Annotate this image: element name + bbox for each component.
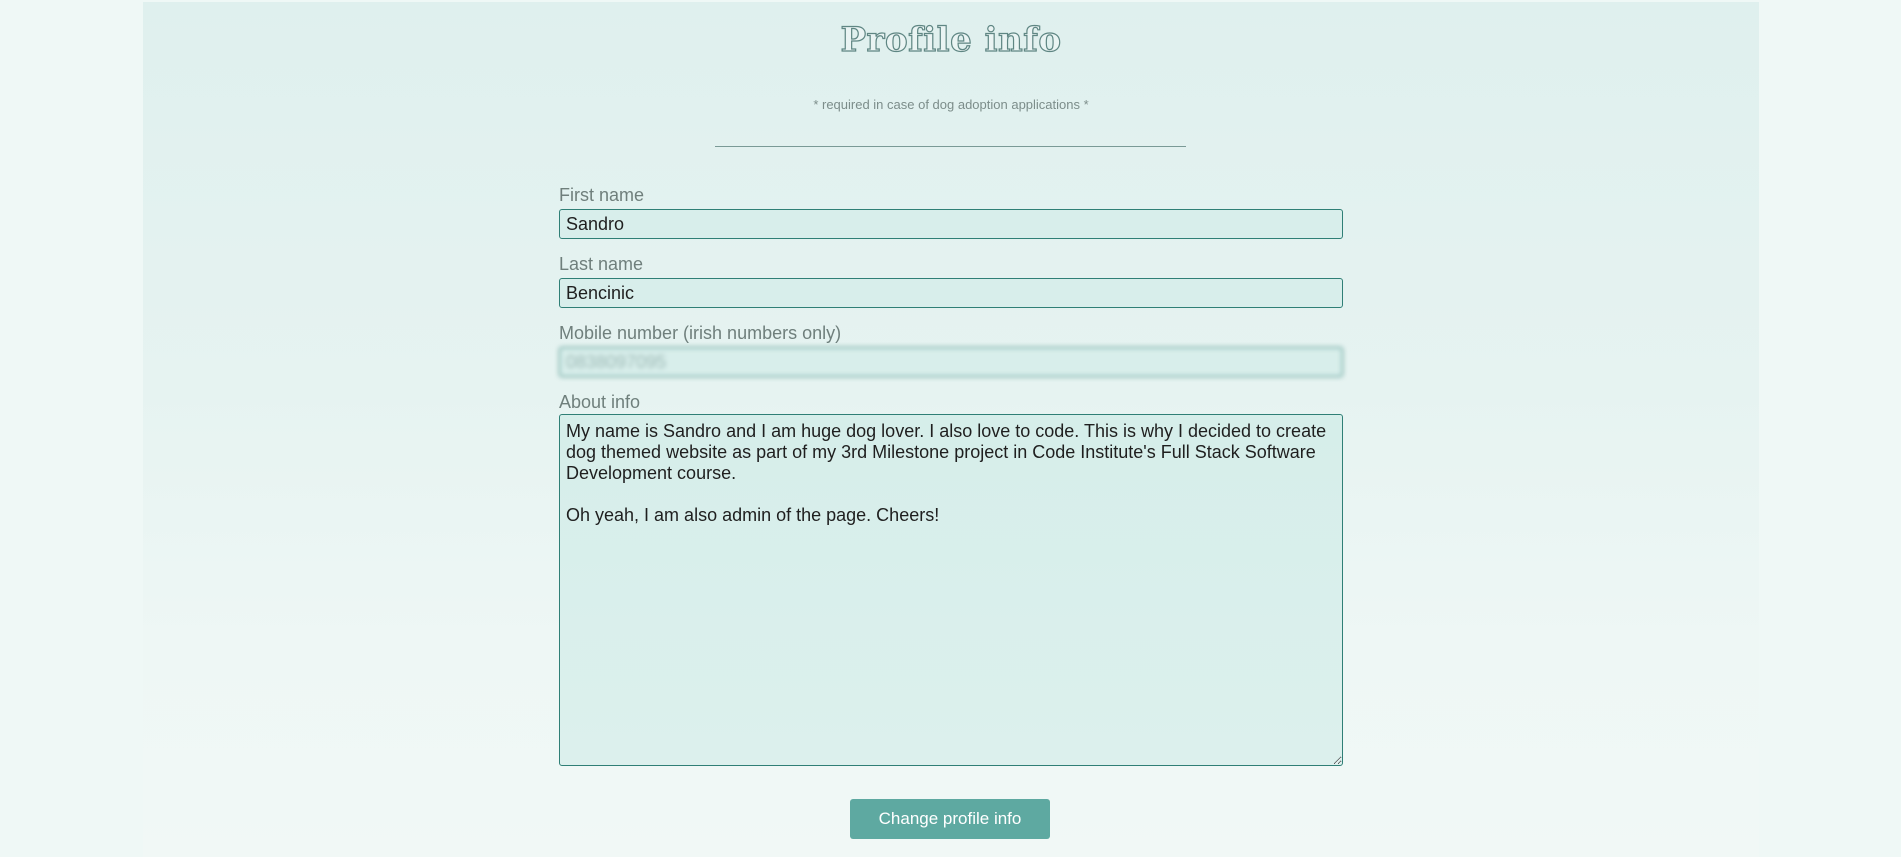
first-name-field[interactable] [559, 209, 1343, 239]
mobile-number-field[interactable] [559, 347, 1343, 377]
last-name-label: Last name [559, 254, 644, 274]
about-info-textarea[interactable]: My name is Sandro and I am huge dog love… [559, 414, 1343, 766]
last-name-field[interactable] [559, 278, 1343, 308]
page-title: Profile info [840, 19, 1062, 60]
mobile-number-label: Mobile number (irish numbers only) [559, 323, 842, 343]
first-name-label: First name [559, 185, 645, 205]
title-divider [715, 146, 1186, 147]
profile-panel: Profile info * required in case of dog a… [143, 2, 1759, 857]
about-info-label: About info [559, 392, 641, 412]
change-profile-info-button[interactable]: Change profile info [850, 799, 1050, 839]
required-note: * required in case of dog adoption appli… [813, 97, 1089, 112]
